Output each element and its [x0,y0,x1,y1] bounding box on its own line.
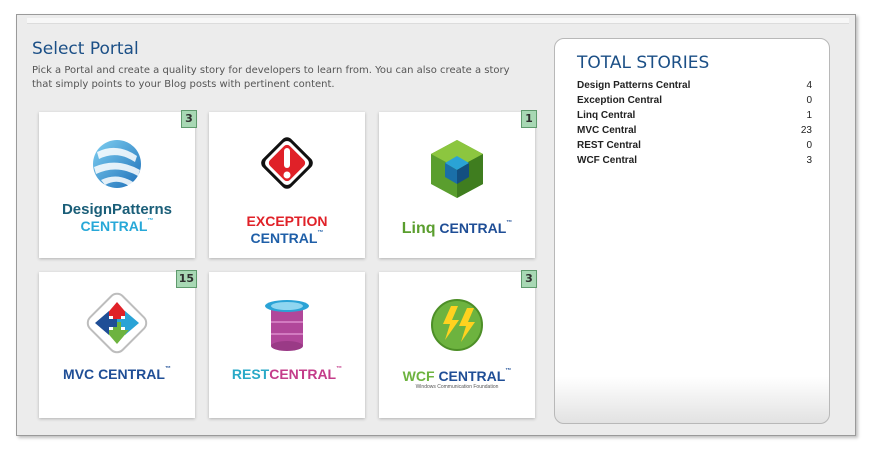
stats-row: Exception Central 0 [577,93,812,108]
portal-name-central: CENTRAL [438,368,506,384]
portal-stat-value: 4 [806,80,812,91]
portal-name-line1: WCF [402,368,435,384]
portal-frame: Select Portal Pick a Portal and create a… [16,14,856,436]
portal-name-line1: Linq [401,220,436,237]
portal-name: MVC CENTRAL™ [39,366,195,382]
portal-tile-linq[interactable]: Linq CENTRAL™ 1 [379,110,537,258]
portal-stat-name: Design Patterns Central [577,80,691,91]
trademark-mark: ™ [505,368,512,374]
portal-name-line1: MVC [63,366,95,382]
page-title: Select Portal [32,39,139,59]
lightning-icon [431,299,483,351]
portal-subtext: Windows Communication Foundation [415,384,499,390]
portal-stat-value: 0 [806,140,812,151]
portal-name: WCF CENTRAL™ [379,368,535,384]
portal-tile-rest[interactable]: RESTCENTRAL™ [209,272,365,418]
total-stories-panel: TOTAL STORIES Design Patterns Central 4 E… [554,38,830,424]
globe-icon [93,140,141,188]
portal-stat-value: 3 [806,155,812,166]
portal-name-line1: DesignPatterns [61,201,173,218]
trademark-mark: ™ [147,218,154,224]
total-stories-list: Design Patterns Central 4 Exception Centr… [577,78,812,168]
trademark-mark: ™ [164,366,171,372]
portal-name: Linq CENTRAL™ [379,220,535,238]
portal-tile-design-patterns[interactable]: DesignPatterns CENTRAL™ 3 [39,110,197,258]
page-subtitle: Pick a Portal and create a quality story… [32,65,510,90]
portal-name-central: CENTRAL [439,220,507,236]
total-stories-title: TOTAL STORIES [577,53,710,73]
portal-stat-value: 23 [800,125,812,136]
portal-stat-name: WCF Central [577,155,637,166]
portal-name-central: CENTRAL [80,218,148,234]
portal-stat-name: REST Central [577,140,641,151]
portal-name-central: CENTRAL [250,230,318,246]
stats-row: MVC Central 23 [577,123,812,138]
story-count-badge: 3 [521,270,537,288]
portal-stat-name: Exception Central [577,95,663,106]
portal-name: RESTCENTRAL™ [209,366,365,382]
story-count-badge: 15 [175,270,197,288]
portal-name-central: CENTRAL [269,366,337,382]
portal-stat-name: MVC Central [577,125,637,136]
portal-stat-value: 1 [806,110,812,121]
portal-name-central: CENTRAL [98,366,165,382]
portal-name-line2: CENTRAL™ [209,230,365,246]
stats-row: WCF Central 3 [577,153,812,168]
portal-name-line1: REST [231,366,270,382]
stats-row: REST Central 0 [577,138,812,153]
trademark-mark: ™ [336,366,343,372]
portal-tile-exception[interactable]: EXCEPTION CENTRAL™ [209,112,365,258]
portal-stat-value: 0 [806,95,812,106]
story-count-badge: 1 [521,110,537,128]
database-icon [265,300,309,351]
portal-name-line1: EXCEPTION [246,213,328,229]
arrows-icon [86,292,148,354]
portal-name-line2: CENTRAL™ [39,218,195,234]
trademark-mark: ™ [317,230,324,236]
portal-tile-mvc[interactable]: MVC CENTRAL™ 15 [39,270,197,418]
stats-row: Linq Central 1 [577,108,812,123]
portal-tile-wcf[interactable]: WCF CENTRAL™ Windows Communication Found… [379,270,537,418]
stats-row: Design Patterns Central 4 [577,78,812,93]
story-count-badge: 3 [181,110,197,128]
top-divider [27,18,849,24]
portal-stat-name: Linq Central [577,110,636,121]
trademark-mark: ™ [506,220,513,226]
